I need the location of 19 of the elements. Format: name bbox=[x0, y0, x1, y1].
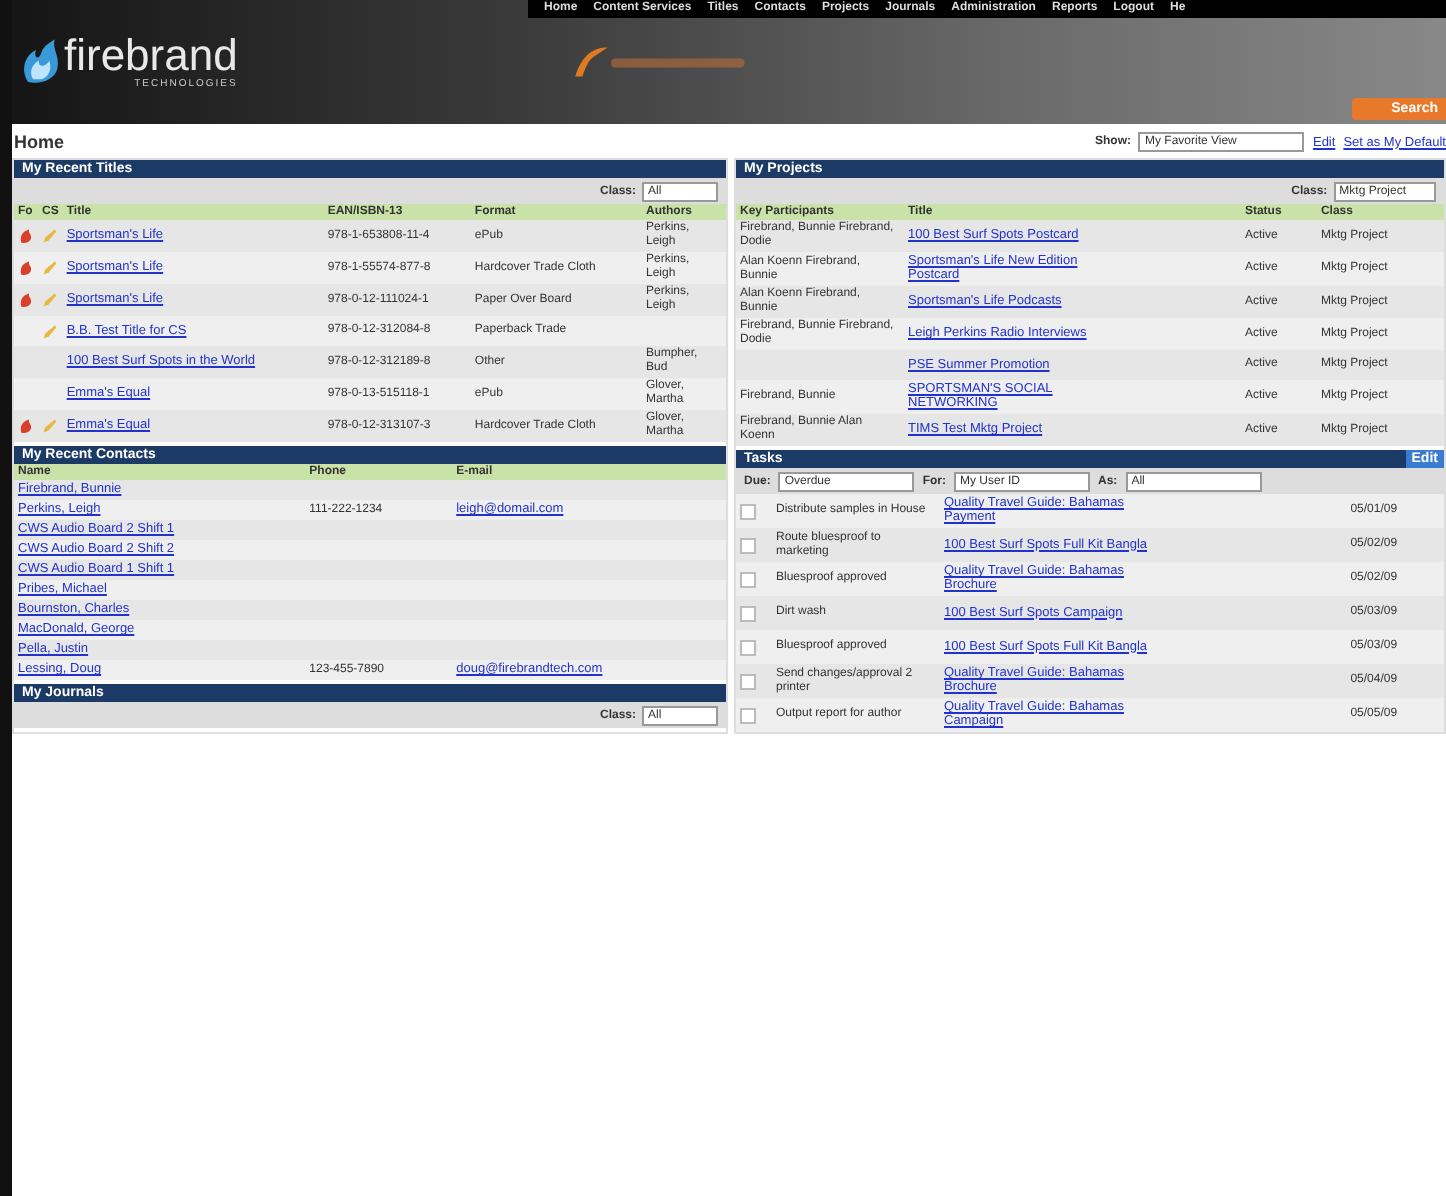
flame-icon[interactable] bbox=[18, 260, 34, 276]
flame-logo-icon bbox=[20, 38, 60, 86]
checkbox[interactable] bbox=[740, 537, 756, 553]
pencil-icon[interactable] bbox=[42, 260, 58, 276]
pencil-icon[interactable] bbox=[42, 292, 58, 308]
checkbox[interactable] bbox=[740, 707, 756, 723]
pencil-icon[interactable] bbox=[42, 228, 58, 244]
page-title: Home bbox=[14, 132, 65, 152]
checkbox[interactable] bbox=[740, 571, 756, 587]
checkbox[interactable] bbox=[740, 503, 756, 519]
pencil-icon[interactable] bbox=[42, 323, 58, 339]
flame-icon[interactable] bbox=[18, 418, 34, 434]
checkbox[interactable] bbox=[740, 673, 756, 689]
pencil-icon[interactable] bbox=[42, 418, 58, 434]
flame-icon[interactable] bbox=[18, 292, 34, 308]
flame-icon[interactable] bbox=[18, 228, 34, 244]
checkbox[interactable] bbox=[740, 639, 756, 655]
logo-wordmark: firebrand bbox=[64, 34, 238, 78]
checkbox[interactable] bbox=[740, 605, 756, 621]
